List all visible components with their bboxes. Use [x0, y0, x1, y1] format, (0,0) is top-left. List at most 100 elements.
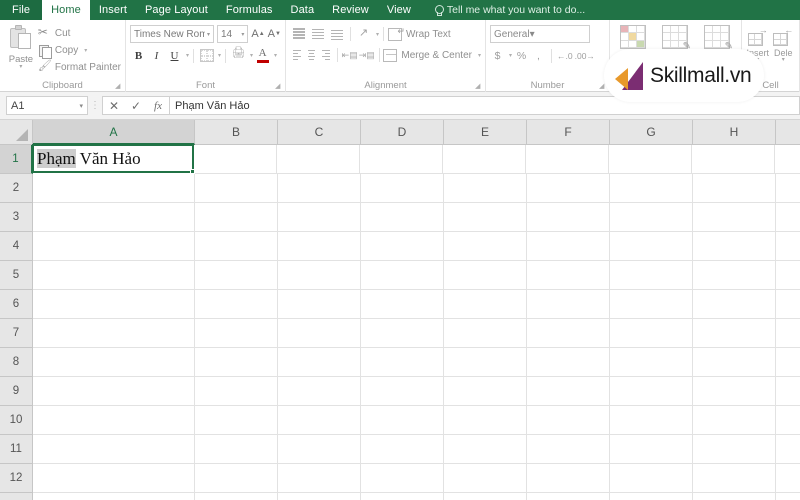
column-header-a[interactable]: A	[33, 120, 195, 145]
cell-a9[interactable]	[33, 377, 195, 406]
cell-c6[interactable]	[278, 290, 361, 319]
cell-a10[interactable]	[33, 406, 195, 435]
cell-b4[interactable]	[195, 232, 278, 261]
column-header-c[interactable]: C	[278, 120, 361, 145]
cell-e7[interactable]	[444, 319, 527, 348]
row-header-2[interactable]: 2	[0, 174, 33, 203]
cell-d7[interactable]	[361, 319, 444, 348]
tab-insert[interactable]: Insert	[90, 0, 136, 20]
column-header-g[interactable]: G	[610, 120, 693, 145]
confirm-entry-button[interactable]: ✓	[125, 97, 147, 114]
cell-g9[interactable]	[610, 377, 693, 406]
cell-f5[interactable]	[527, 261, 610, 290]
cell-e10[interactable]	[444, 406, 527, 435]
cell-i6[interactable]	[776, 290, 800, 319]
cell-b7[interactable]	[195, 319, 278, 348]
cell-c4[interactable]	[278, 232, 361, 261]
cell-i8[interactable]	[776, 348, 800, 377]
cell-c12[interactable]	[278, 464, 361, 493]
cell-e5[interactable]	[444, 261, 527, 290]
cell-i3[interactable]	[776, 203, 800, 232]
cell-b11[interactable]	[195, 435, 278, 464]
cell-e12[interactable]	[444, 464, 527, 493]
cell-a1[interactable]: Phạm Văn Hảo	[32, 144, 195, 174]
cell-d8[interactable]	[361, 348, 444, 377]
cell-h10[interactable]	[693, 406, 776, 435]
cell-c10[interactable]	[278, 406, 361, 435]
copy-button[interactable]: Copy ▾	[38, 43, 121, 59]
cell-b10[interactable]	[195, 406, 278, 435]
align-middle-button[interactable]	[309, 26, 327, 42]
cell-g10[interactable]	[610, 406, 693, 435]
chevron-down-icon[interactable]: ▾	[84, 47, 87, 54]
chevron-down-icon[interactable]: ▾	[782, 57, 785, 63]
cell-g3[interactable]	[610, 203, 693, 232]
row-header-8[interactable]: 8	[0, 348, 33, 377]
row-header-12[interactable]: 12	[0, 464, 33, 493]
cell-a11[interactable]	[33, 435, 195, 464]
cell-h4[interactable]	[693, 232, 776, 261]
cell-e1[interactable]	[443, 145, 526, 174]
column-header-e[interactable]: E	[444, 120, 527, 145]
italic-button[interactable]: I	[148, 47, 165, 64]
cell-h12[interactable]	[693, 464, 776, 493]
row-header-9[interactable]: 9	[0, 377, 33, 406]
tell-me-search[interactable]: Tell me what you want to do...	[426, 0, 593, 20]
cell-e13[interactable]	[444, 493, 527, 500]
cell-a6[interactable]	[33, 290, 195, 319]
cell-f1[interactable]	[526, 145, 609, 174]
cell-g11[interactable]	[610, 435, 693, 464]
cell-b5[interactable]	[195, 261, 278, 290]
select-all-button[interactable]	[0, 120, 33, 145]
cell-g1[interactable]	[609, 145, 692, 174]
cell-c8[interactable]	[278, 348, 361, 377]
row-header-1[interactable]: 1	[0, 145, 33, 174]
increase-decimal-button[interactable]: ←.0	[557, 48, 573, 63]
formula-bar-grip[interactable]: ⋮	[88, 100, 102, 111]
bold-button[interactable]: B	[130, 47, 147, 64]
cell-a8[interactable]	[33, 348, 195, 377]
cell-i1[interactable]	[775, 145, 800, 174]
cell-b9[interactable]	[195, 377, 278, 406]
cut-button[interactable]: Cut	[38, 25, 121, 41]
cell-c9[interactable]	[278, 377, 361, 406]
cell-e6[interactable]	[444, 290, 527, 319]
cell-h6[interactable]	[693, 290, 776, 319]
cell-i5[interactable]	[776, 261, 800, 290]
cell-a13[interactable]	[33, 493, 195, 500]
tab-review[interactable]: Review	[323, 0, 378, 20]
cell-b1[interactable]	[194, 145, 277, 174]
cell-e9[interactable]	[444, 377, 527, 406]
number-format-combo[interactable]: General ▾	[490, 25, 590, 43]
cell-h1[interactable]	[692, 145, 775, 174]
cell-i12[interactable]	[776, 464, 800, 493]
name-box[interactable]: A1 ▾	[6, 96, 88, 115]
tab-data[interactable]: Data	[282, 0, 324, 20]
cell-f2[interactable]	[527, 174, 610, 203]
decrease-decimal-button[interactable]: .00→	[575, 48, 595, 63]
cell-f4[interactable]	[527, 232, 610, 261]
cell-c7[interactable]	[278, 319, 361, 348]
row-header-5[interactable]: 5	[0, 261, 33, 290]
orientation-button[interactable]	[355, 26, 373, 42]
font-size-combo[interactable]: 14 ▾	[217, 25, 249, 43]
cell-f8[interactable]	[527, 348, 610, 377]
row-header-3[interactable]: 3	[0, 203, 33, 232]
cell-h5[interactable]	[693, 261, 776, 290]
cell-d4[interactable]	[361, 232, 444, 261]
increase-indent-button[interactable]: ⇥▤	[359, 48, 375, 63]
cell-a5[interactable]	[33, 261, 195, 290]
cell-g8[interactable]	[610, 348, 693, 377]
cell-i11[interactable]	[776, 435, 800, 464]
cancel-entry-button[interactable]: ✕	[103, 97, 125, 114]
percent-button[interactable]: %	[514, 48, 529, 63]
row-header-11[interactable]: 11	[0, 435, 33, 464]
cell-d11[interactable]	[361, 435, 444, 464]
cell-d2[interactable]	[361, 174, 444, 203]
cell-a4[interactable]	[33, 232, 195, 261]
increase-font-size-button[interactable]: A ▲	[251, 26, 264, 43]
cell-b12[interactable]	[195, 464, 278, 493]
cell-e3[interactable]	[444, 203, 527, 232]
tab-home[interactable]: Home	[42, 0, 90, 20]
cell-f10[interactable]	[527, 406, 610, 435]
